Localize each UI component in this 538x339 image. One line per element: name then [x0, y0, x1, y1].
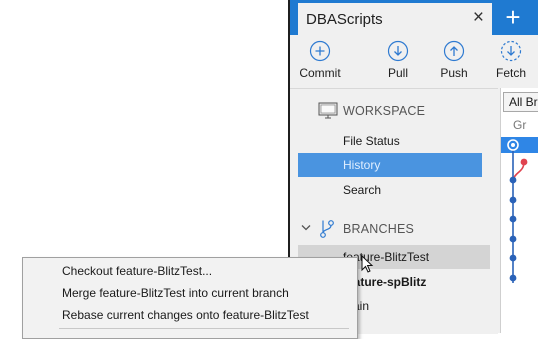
fetch-label: Fetch — [495, 66, 526, 80]
pull-label: Pull — [387, 66, 408, 80]
plus-circle-icon — [309, 40, 331, 62]
menu-item-rebase[interactable]: Rebase current changes onto feature-Blit… — [24, 304, 354, 326]
history-graph-panel: All Br Gr — [500, 88, 538, 333]
repo-tab[interactable]: DBAScripts × — [298, 3, 492, 35]
branch-icon — [320, 220, 334, 238]
pull-button[interactable]: Pull — [381, 40, 415, 80]
nav-history[interactable]: History — [298, 153, 482, 177]
menu-item-label: Rebase current changes onto feature-Blit… — [62, 308, 309, 322]
toolbar: Commit Pull Push Fetch — [290, 35, 538, 87]
branch-filter-dropdown[interactable]: All Br — [503, 92, 538, 112]
commit-label: Commit — [299, 66, 341, 80]
menu-separator — [59, 328, 349, 329]
nav-search-label: Search — [343, 183, 382, 197]
branch-context-menu: Checkout feature-BlitzTest... Merge feat… — [22, 257, 358, 339]
chevron-down-icon — [301, 225, 311, 231]
menu-item-label: Checkout feature-BlitzTest... — [62, 264, 213, 278]
arrow-up-circle-icon — [443, 40, 465, 62]
fetch-button[interactable]: Fetch — [493, 40, 529, 80]
menu-item-merge[interactable]: Merge feature-BlitzTest into current bra… — [24, 282, 354, 304]
commit-graph — [507, 139, 528, 283]
menu-item-label: Merge feature-BlitzTest into current bra… — [62, 286, 289, 300]
monitor-icon — [318, 102, 338, 119]
mouse-cursor-icon — [361, 255, 374, 273]
arrow-down-circle-icon — [387, 40, 409, 62]
arrow-down-dashed-circle-icon — [500, 40, 522, 62]
menu-item-checkout[interactable]: Checkout feature-BlitzTest... — [24, 260, 354, 282]
tab-bar: DBAScripts × + — [290, 0, 538, 35]
nav-file-status[interactable]: File Status — [298, 129, 482, 153]
repo-tab-title: DBAScripts — [306, 11, 383, 28]
push-label: Push — [440, 66, 468, 80]
push-button[interactable]: Push — [437, 40, 471, 80]
nav-history-label: History — [343, 158, 381, 172]
workspace-header-label: WORKSPACE — [343, 104, 426, 118]
branches-header-label: BRANCHES — [343, 222, 415, 236]
plus-icon[interactable]: + — [498, 3, 528, 33]
commit-button[interactable]: Commit — [295, 40, 345, 80]
nav-search[interactable]: Search — [298, 178, 482, 202]
close-icon[interactable]: × — [473, 7, 484, 29]
nav-file-status-label: File Status — [343, 134, 400, 148]
